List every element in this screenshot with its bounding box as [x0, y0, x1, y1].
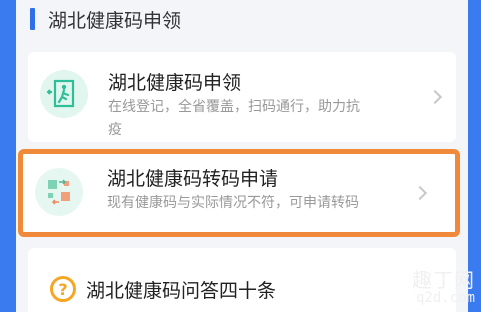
watermark-logo: 趣丁网 — [412, 268, 475, 292]
item-description: 现有健康码与实际情况不符，可申请转码 — [107, 195, 359, 211]
list-item-health-code-apply[interactable]: 湖北健康码申领 在线登记，全省覆盖，扫码通行，助力抗 疫 — [28, 52, 456, 142]
list-item-health-code-transfer[interactable]: 湖北健康码转码申请 现有健康码与实际情况不符，可申请转码 — [18, 149, 460, 237]
section-title: 湖北健康码申领 — [48, 10, 182, 32]
section-accent-bar — [30, 8, 35, 30]
chevron-right-icon — [412, 185, 428, 201]
qr-convert-icon — [35, 168, 83, 216]
item-description: 在线登记，全省覆盖，扫码通行，助力抗 疫 — [108, 99, 360, 138]
question-icon: ? — [50, 276, 76, 302]
item-title: 湖北健康码申领 — [108, 72, 242, 94]
door-exit-icon — [40, 70, 88, 118]
watermark-url: q2d.com — [415, 290, 475, 306]
item-title: 湖北健康码转码申请 — [107, 168, 279, 190]
faq-item[interactable]: ? 湖北健康码问答四十条 — [28, 248, 456, 312]
faq-title: 湖北健康码问答四十条 — [86, 280, 277, 302]
chevron-right-icon — [427, 89, 443, 105]
